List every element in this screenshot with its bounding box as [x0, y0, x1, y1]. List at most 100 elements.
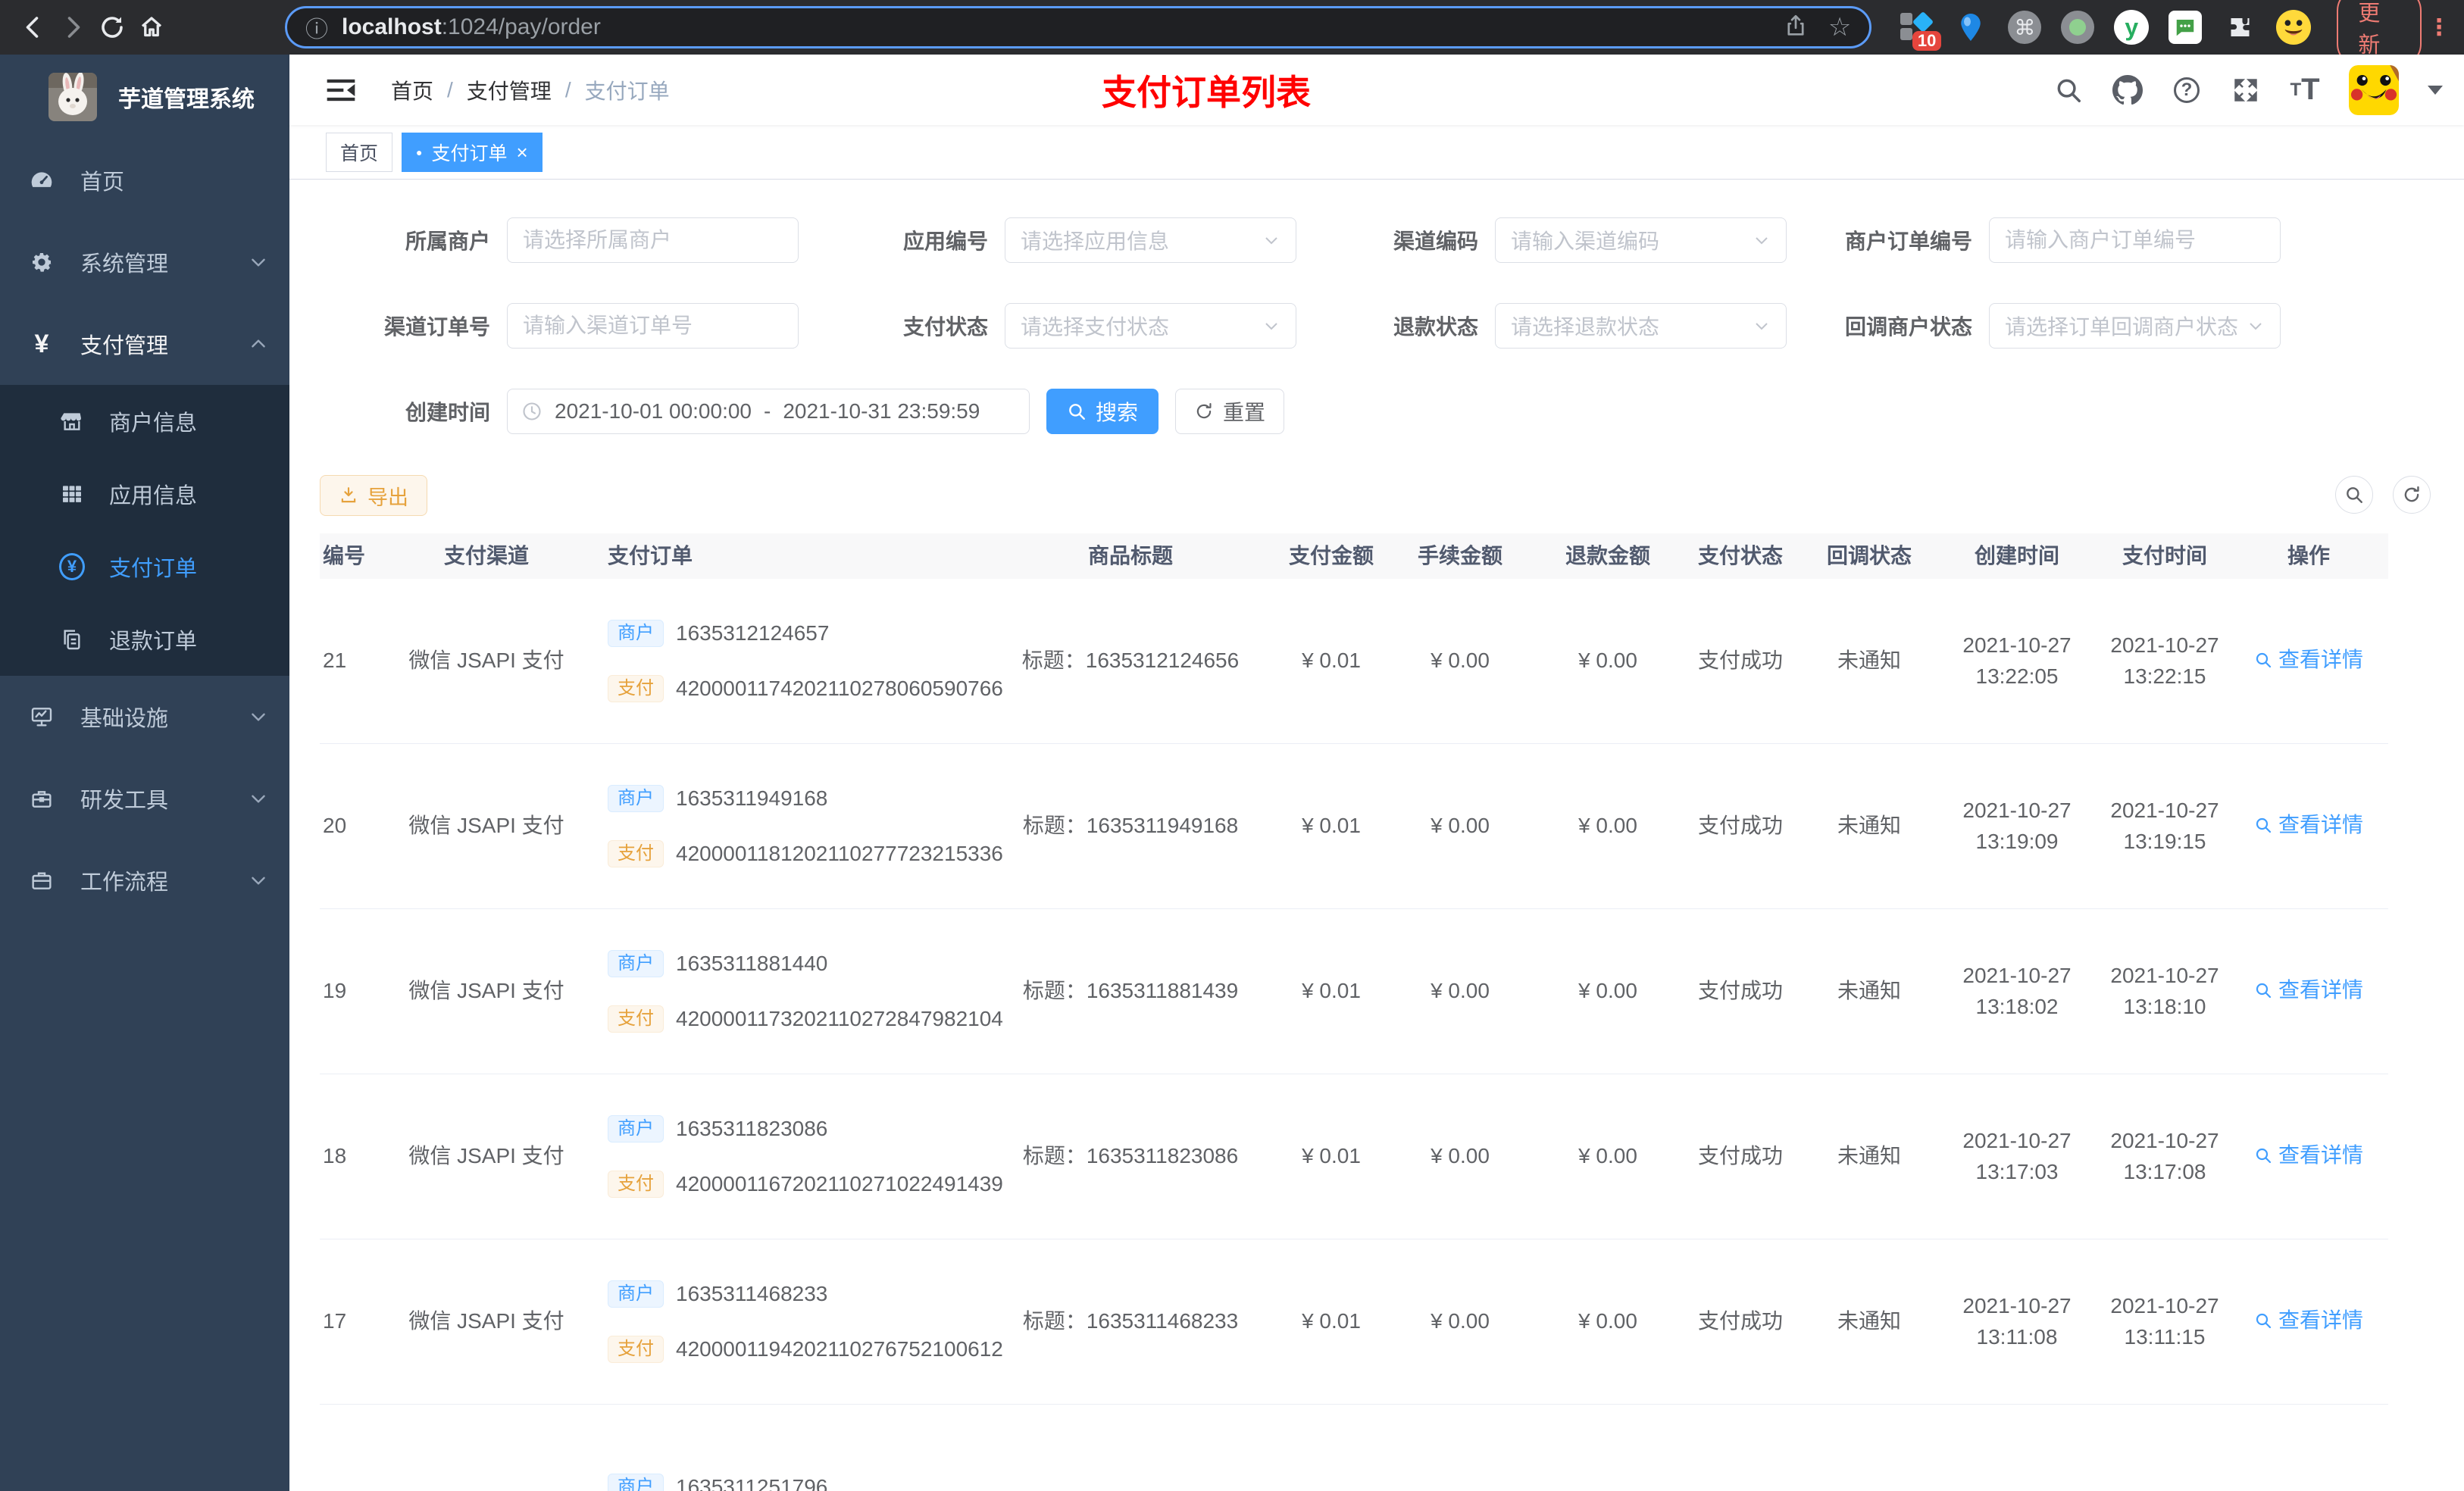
sketch-extension-icon[interactable]: 10 [1899, 10, 1942, 51]
fee-amount: ¥ 0.00 [1431, 814, 1490, 838]
browser-toolbar: ⓘ localhost:1024/pay/order ☆ 10 ⌘ y 更新 ⋮ [0, 0, 2464, 67]
sidebar-item-app-info[interactable]: 应用信息 [0, 458, 289, 530]
share-icon[interactable] [1783, 13, 1809, 42]
tag-label: 首页 [340, 142, 379, 164]
sidebar-item-payment[interactable]: ¥ 支付管理 [0, 303, 289, 385]
recorder-extension-icon[interactable] [2061, 11, 2095, 44]
command-extension-icon[interactable]: ⌘ [2008, 11, 2042, 44]
order-id: 17 [323, 1309, 347, 1333]
callback-status: 未通知 [1837, 814, 1901, 838]
search-button[interactable]: 搜索 [1046, 389, 1159, 434]
chat-extension-icon[interactable] [2169, 11, 2203, 44]
browser-forward-icon[interactable] [53, 8, 92, 47]
sidebar-item-infrastructure[interactable]: 基础设施 [0, 676, 289, 758]
sidebar: 芋道管理系统 首页 系统管理 ¥ 支付管理 商户信息 应用信息 ¥ 支付订单 退… [0, 55, 289, 1491]
merchant-order-no: 1635311949168 [676, 786, 828, 810]
refund-status-select[interactable]: 请选择退款状态 [1495, 303, 1787, 349]
documents-icon [59, 627, 85, 652]
reset-button[interactable]: 重置 [1175, 389, 1285, 434]
pin-extension-icon[interactable] [1953, 10, 1988, 45]
browser-home-icon[interactable] [132, 8, 171, 47]
sidebar-item-system[interactable]: 系统管理 [0, 221, 289, 303]
pay-amount: ¥ 0.01 [1302, 814, 1361, 838]
date-start: 2021-10-01 00:00:00 [555, 399, 752, 423]
close-icon[interactable]: × [517, 142, 528, 162]
app-logo[interactable]: 芋道管理系统 [0, 55, 289, 139]
pay-channel: 微信 JSAPI 支付 [408, 814, 564, 838]
search-icon [2256, 652, 2272, 667]
field-label: 回调商户状态 [1844, 315, 1972, 339]
create-time-range-picker[interactable]: 2021-10-01 00:00:00 - 2021-10-31 23:59:5… [507, 389, 1030, 434]
create-time: 2021-10-27 13:19:09 [1962, 798, 2072, 853]
y-logo-extension-icon[interactable]: y [2114, 10, 2150, 45]
page-title: 支付订单列表 [1102, 72, 1311, 112]
sidebar-item-workflow[interactable]: 工作流程 [0, 839, 289, 921]
field-label: 创建时间 [405, 401, 490, 424]
view-detail-link[interactable]: 查看详情 [2254, 1305, 2363, 1336]
extensions-row: 10 ⌘ y [1899, 10, 2312, 51]
sidebar-item-dev-tools[interactable]: 研发工具 [0, 758, 289, 839]
logo-rabbit-image [48, 73, 97, 121]
pay-order-no: 4200001181202110277723215336 [676, 841, 1003, 865]
search-icon[interactable] [2053, 75, 2084, 105]
collapse-sidebar-icon[interactable] [326, 75, 356, 105]
merchant-chip: 商户 [608, 1115, 664, 1143]
help-icon[interactable]: ? [2172, 75, 2202, 105]
pay-channel: 微信 JSAPI 支付 [408, 1309, 564, 1333]
toggle-search-button[interactable] [2335, 476, 2373, 514]
sidebar-item-refund-order[interactable]: 退款订单 [0, 603, 289, 676]
sidebar-item-merchant-info[interactable]: 商户信息 [0, 385, 289, 458]
font-size-icon[interactable]: TT [2290, 73, 2320, 106]
github-icon[interactable] [2112, 74, 2143, 105]
bookmark-star-icon[interactable]: ☆ [1828, 12, 1851, 42]
view-detail-link[interactable]: 查看详情 [2254, 975, 2363, 1006]
pay-chip: 支付 [608, 674, 664, 702]
chevron-down-icon [1756, 323, 1768, 330]
user-avatar[interactable] [2349, 64, 2399, 115]
pay-amount: ¥ 0.01 [1302, 979, 1361, 1003]
browser-menu-icon[interactable]: ⋮ [2428, 14, 2450, 41]
puzzle-extensions-icon[interactable] [2222, 10, 2256, 45]
emoji-extension-icon[interactable] [2276, 10, 2312, 45]
app-title: 芋道管理系统 [118, 87, 255, 112]
view-detail-link[interactable]: 查看详情 [2254, 1140, 2363, 1171]
pay-chip: 支付 [608, 1005, 664, 1033]
order-id: 21 [323, 649, 347, 673]
col-status: 支付状态 [1697, 543, 1783, 567]
export-button[interactable]: 导出 [320, 475, 427, 516]
fullscreen-icon[interactable] [2231, 75, 2261, 105]
merchant-select-input[interactable] [507, 217, 799, 263]
breadcrumb-payment[interactable]: 支付管理 [467, 75, 552, 105]
chevron-down-icon [1265, 237, 1277, 245]
site-info-icon[interactable]: ⓘ [305, 11, 328, 44]
sidebar-item-home[interactable]: 首页 [0, 139, 289, 221]
merchant-chip: 商户 [608, 785, 664, 813]
order-numbers: 商户 1635311823086 支付 42000011672021102710… [577, 1114, 1003, 1199]
browser-back-icon[interactable] [14, 8, 53, 47]
channel-code-select[interactable]: 请输入渠道编码 [1495, 217, 1787, 263]
sidebar-item-label: 退款订单 [109, 630, 198, 654]
sidebar-item-label: 商户信息 [109, 411, 198, 436]
pay-status-select[interactable]: 请选择支付状态 [1005, 303, 1296, 349]
view-detail-link[interactable]: 查看详情 [2254, 645, 2363, 676]
tag-home[interactable]: 首页 [326, 132, 393, 172]
refresh-table-button[interactable] [2393, 476, 2431, 514]
breadcrumb-home[interactable]: 首页 [391, 75, 433, 105]
tag-pay-order[interactable]: ● 支付订单 × [402, 132, 543, 172]
merchant-order-no-input[interactable] [1989, 217, 2281, 263]
active-dot-icon: ● [416, 145, 423, 158]
product-title: 标题：1635312124656 [1021, 649, 1240, 673]
sidebar-item-pay-order[interactable]: ¥ 支付订单 [0, 530, 289, 603]
caret-down-icon[interactable] [2428, 85, 2443, 95]
field-label: 应用编号 [902, 230, 988, 253]
fee-amount: ¥ 0.00 [1431, 1309, 1490, 1333]
channel-order-no-input[interactable] [507, 303, 799, 349]
callback-status-select[interactable]: 请选择订单回调商户状态 [1989, 303, 2281, 349]
create-time: 2021-10-27 13:22:05 [1962, 633, 2072, 688]
address-bar[interactable]: ⓘ localhost:1024/pay/order ☆ [285, 6, 1872, 48]
table-row: 19 微信 JSAPI 支付 商户 1635311881440 支付 42000… [320, 909, 2388, 1074]
browser-reload-icon[interactable] [92, 8, 132, 47]
app-select[interactable]: 请选择应用信息 [1005, 217, 1296, 263]
view-detail-link[interactable]: 查看详情 [2254, 810, 2363, 841]
pay-order-no: 4200001167202110271022491439 [676, 1171, 1003, 1196]
